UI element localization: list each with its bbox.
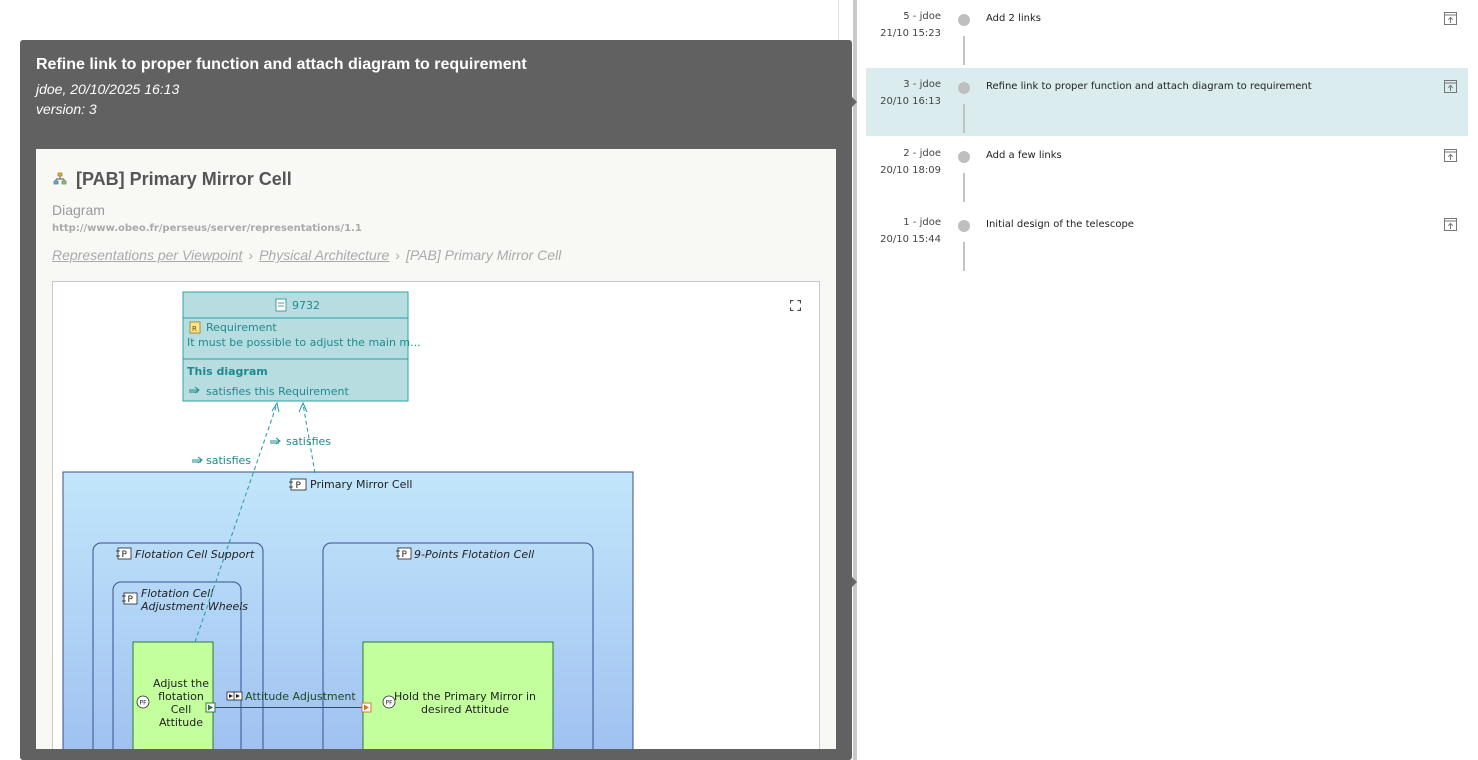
version-meta: 2 - jdoe 20/10 18:09 xyxy=(861,145,941,179)
physical-function-icon: PF xyxy=(136,695,150,709)
version-history-panel: 5 - jdoe 21/10 15:23 Add 2 links 3 - jdo… xyxy=(857,0,1478,760)
version-number-user: 3 - jdoe xyxy=(903,79,941,90)
popup-meta: jdoe, 20/10/2025 16:13 version: 3 xyxy=(36,79,179,119)
timeline-line xyxy=(963,36,965,65)
timeline-line xyxy=(963,104,965,133)
breadcrumb-link-viewpoint[interactable]: Representations per Viewpoint xyxy=(52,247,242,263)
requirement-section-link: satisfies this Requirement xyxy=(206,385,349,398)
requirement-id-icon xyxy=(275,298,287,312)
open-version-icon[interactable] xyxy=(1444,12,1457,25)
version-title: Add a few links xyxy=(986,150,1062,161)
function-label-line: flotation xyxy=(158,690,204,703)
svg-text:R: R xyxy=(192,325,197,333)
version-meta: 3 - jdoe 20/10 16:13 xyxy=(861,76,941,110)
function-adjust-flotation-cell-attitude[interactable]: PF Adjust the flotation Cell Attitude xyxy=(132,641,214,749)
requirement-id: 9732 xyxy=(292,299,320,312)
version-item-3[interactable]: 3 - jdoe 20/10 16:13 Refine link to prop… xyxy=(866,68,1468,136)
open-version-icon[interactable] xyxy=(1444,218,1457,231)
version-item-5[interactable]: 5 - jdoe 21/10 15:23 Add 2 links xyxy=(866,0,1468,68)
popup-version: version: 3 xyxy=(36,101,97,117)
function-label-line: Adjust the xyxy=(153,677,209,690)
version-item-2[interactable]: 2 - jdoe 20/10 18:09 Add a few links xyxy=(866,137,1468,205)
exchange-icon xyxy=(226,691,243,701)
version-number-user: 2 - jdoe xyxy=(903,148,941,159)
physical-component-icon: P xyxy=(396,547,412,560)
satisfies-label: satisfies xyxy=(270,435,331,448)
physical-component-icon: P xyxy=(116,547,132,560)
container-label: 9-Points Flotation Cell xyxy=(414,548,534,561)
timeline-dot xyxy=(958,220,970,232)
open-version-icon[interactable] xyxy=(1444,149,1457,162)
container-label: Primary Mirror Cell xyxy=(310,478,412,491)
container-label-line1: Flotation Cell xyxy=(141,587,213,600)
representation-title: [PAB] Primary Mirror Cell xyxy=(76,169,292,189)
popup-author-date: jdoe, 20/10/2025 16:13 xyxy=(36,81,180,97)
version-datetime: 20/10 15:44 xyxy=(880,234,941,245)
container-label-line2: Adjustment Wheels xyxy=(140,600,248,613)
breadcrumb-current: [PAB] Primary Mirror Cell xyxy=(405,247,562,263)
function-label-line: Attitude xyxy=(159,716,203,729)
physical-badge: P xyxy=(402,550,408,560)
requirement-section-title: This diagram xyxy=(187,365,268,378)
version-datetime: 21/10 15:23 xyxy=(880,28,941,39)
version-detail-popup: Refine link to proper function and attac… xyxy=(20,40,852,760)
timeline-dot xyxy=(958,151,970,163)
function-badge: PF xyxy=(139,700,147,707)
diagram-icon xyxy=(53,172,67,185)
open-version-icon[interactable] xyxy=(1444,80,1457,93)
function-badge: PF xyxy=(385,700,393,707)
function-label-line: Hold the Primary Mirror in xyxy=(394,690,536,703)
representation-kind: Diagram xyxy=(52,202,105,218)
physical-badge: P xyxy=(122,550,128,560)
physical-badge: P xyxy=(296,481,302,491)
breadcrumb: Representations per Viewpoint › Physical A… xyxy=(52,247,561,263)
representation-card: [PAB] Primary Mirror Cell Diagram http:/… xyxy=(36,149,836,749)
timeline-dot xyxy=(958,14,970,26)
physical-component-icon: P xyxy=(122,592,138,605)
satisfies-label-text: satisfies xyxy=(206,454,251,467)
requirement-node[interactable]: 9732 R Requirement It must be possible t… xyxy=(182,291,421,402)
breadcrumb-link-physical-architecture[interactable]: Physical Architecture xyxy=(259,247,389,263)
version-title: Initial design of the telescope xyxy=(986,219,1134,230)
representation-url: http://www.obeo.fr/perseus/server/repres… xyxy=(52,223,362,234)
version-datetime: 20/10 16:13 xyxy=(880,96,941,107)
popup-title: Refine link to proper function and attac… xyxy=(36,56,527,73)
physical-badge: P xyxy=(128,595,134,605)
function-label-line: desired Attitude xyxy=(421,703,509,716)
version-title: Refine link to proper function and attac… xyxy=(986,81,1312,92)
version-number-user: 5 - jdoe xyxy=(903,11,941,22)
version-title: Add 2 links xyxy=(986,13,1041,24)
breadcrumb-separator: › xyxy=(248,247,254,263)
function-hold-primary-mirror[interactable]: PF Hold the Primary Mirror in desired At… xyxy=(362,641,554,749)
requirement-type: Requirement xyxy=(206,321,277,334)
diagram-canvas[interactable]: P Primary Mirror Cell P Flotation Cell S… xyxy=(52,281,820,749)
satisfies-label: satisfies xyxy=(192,454,251,467)
function-label-line: Cell xyxy=(171,703,192,716)
exchange-label: Attitude Adjustment xyxy=(245,690,356,703)
version-meta: 1 - jdoe 20/10 15:44 xyxy=(861,214,941,248)
satisfies-label-text: satisfies xyxy=(286,435,331,448)
timeline-line xyxy=(963,173,965,202)
container-label: Flotation Cell Support xyxy=(135,548,255,561)
version-datetime: 20/10 18:09 xyxy=(880,165,941,176)
version-item-1[interactable]: 1 - jdoe 20/10 15:44 Initial design of t… xyxy=(866,206,1468,274)
requirement-text: It must be possible to adjust the main m… xyxy=(187,336,421,349)
version-number-user: 1 - jdoe xyxy=(903,217,941,228)
diagram-svg: P Primary Mirror Cell P Flotation Cell S… xyxy=(62,291,634,749)
physical-component-icon: P xyxy=(289,478,307,491)
timeline-line xyxy=(963,242,965,271)
requirement-type-icon: R xyxy=(189,321,201,334)
version-meta: 5 - jdoe 21/10 15:23 xyxy=(861,8,941,42)
breadcrumb-separator: › xyxy=(395,247,400,263)
timeline-dot xyxy=(958,82,970,94)
